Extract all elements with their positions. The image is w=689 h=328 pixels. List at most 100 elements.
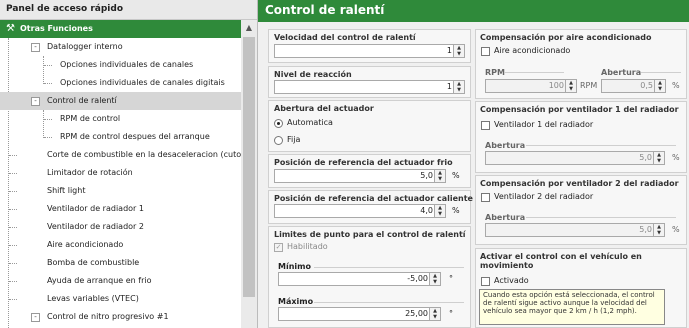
tree-line — [44, 137, 52, 138]
cold-position-value: 5,0 — [420, 171, 433, 180]
tree-line — [9, 227, 17, 228]
tree-item-canales-digitais[interactable]: Opciones individuales de canales digitai… — [0, 74, 241, 92]
quick-access-title: Panel de acceso rápido — [6, 4, 124, 14]
ac-checkbox[interactable] — [481, 47, 490, 56]
tree-item-rpm-arranque[interactable]: RPM de control despues del arranque — [0, 128, 241, 146]
ac-abertura-spinbox[interactable]: 0,5 ▲ ▼ — [601, 79, 666, 93]
tree-item-label: Shift light — [47, 186, 86, 195]
divider — [526, 217, 676, 218]
spin-arrows-icon[interactable]: ▲ ▼ — [453, 45, 464, 57]
cold-position-spinbox[interactable]: 5,0 ▲ ▼ — [274, 169, 446, 183]
tree-item-limitador[interactable]: Limitador de rotación — [0, 164, 241, 182]
divider — [504, 72, 564, 73]
ac-abertura-unit: % — [672, 81, 680, 90]
fan2-compensation-group: Compensación por ventilador 2 del radiad… — [475, 175, 687, 245]
hot-position-group: Posición de referencia del actuador cali… — [268, 190, 473, 224]
page-title: Control de ralentí — [265, 3, 385, 17]
tree-item-label: Ventilador de radiador 1 — [47, 204, 144, 213]
cold-position-label: Posición de referencia del actuador frio — [274, 158, 453, 167]
spin-arrows-icon[interactable]: ▲ ▼ — [653, 224, 664, 236]
minimo-label: Mínimo — [278, 262, 311, 271]
tree-item-vtec[interactable]: Levas variables (VTEC) — [0, 290, 241, 308]
collapse-icon[interactable]: - — [31, 43, 40, 52]
fan1-checkbox[interactable] — [481, 121, 490, 130]
tree-item-nitro[interactable]: - Control de nitro progresivo #1 — [0, 308, 241, 326]
tree-item-rpm-control[interactable]: RPM de control — [0, 110, 241, 128]
fan2-checkbox[interactable] — [481, 193, 490, 202]
tree-item-label: Otras Funciones — [20, 24, 93, 33]
tree-item-label: Bomba de combustible — [47, 258, 140, 267]
ac-abertura-label: Abertura — [601, 68, 642, 77]
spin-arrows-icon[interactable]: ▲ ▼ — [434, 170, 445, 182]
spin-arrows-icon[interactable]: ▲ ▼ — [434, 205, 445, 217]
tree-item-label: Ventilador de radiador 2 — [47, 222, 144, 231]
spin-arrows-icon[interactable]: ▲ ▼ — [429, 273, 440, 285]
ac-rpm-value: 100 — [548, 81, 564, 90]
spin-arrows-icon[interactable]: ▲ ▼ — [653, 152, 664, 164]
reaction-value: 1 — [446, 82, 452, 91]
tree-scrollbar[interactable]: ▲ — [241, 20, 257, 328]
panel-title-bar: Control de ralentí — [258, 0, 689, 22]
habilitado-checkbox[interactable]: ✓ — [274, 243, 283, 252]
fan2-abertura-spinbox[interactable]: 5,0 ▲ ▼ — [485, 223, 665, 237]
actuator-opening-group: Abertura del actuador Automatica Fija — [268, 100, 471, 152]
tree-item-aire[interactable]: Aire acondicionado — [0, 236, 241, 254]
spin-arrows-icon[interactable]: ▲ ▼ — [429, 308, 440, 320]
tree-line — [9, 281, 17, 282]
fija-label: Fija — [287, 135, 301, 144]
collapse-icon[interactable]: - — [31, 313, 40, 322]
tree-line — [9, 245, 17, 246]
limits-group: Limites de punto para el control de rale… — [268, 226, 471, 328]
fan1-abertura-unit: % — [672, 153, 680, 162]
habilitado-label: Habilitado — [287, 242, 328, 251]
speed-spinbox[interactable]: 1 ▲ ▼ — [274, 44, 465, 58]
spin-arrows-icon[interactable]: ▲ ▼ — [654, 80, 665, 92]
activado-checkbox[interactable] — [481, 277, 490, 286]
tree-item-bomba[interactable]: Bomba de combustible — [0, 254, 241, 272]
tree-line — [9, 173, 17, 174]
tree-item-cutoff[interactable]: Corte de combustible en la desaceleracio… — [0, 146, 241, 164]
hot-position-spinbox[interactable]: 4,0 ▲ ▼ — [274, 204, 446, 218]
ac-rpm-spinbox[interactable]: 100 ▲ ▼ — [485, 79, 577, 93]
ac-compensation-group: Compensación por aire acondicionado Aire… — [475, 29, 687, 99]
fija-radio[interactable] — [274, 136, 283, 145]
tree-item-label: Aire acondicionado — [47, 240, 124, 249]
spin-arrows-icon[interactable]: ▲ ▼ — [565, 80, 576, 92]
minimo-spinbox[interactable]: -5,00 ▲ ▼ — [278, 272, 441, 286]
tree-item-label: Ayuda de arranque en frio — [47, 276, 152, 285]
tree-item-ventilador-1[interactable]: Ventilador de radiador 1 — [0, 200, 241, 218]
maximo-spinbox[interactable]: 25,00 ▲ ▼ — [278, 307, 441, 321]
fan1-abertura-spinbox[interactable]: 5,0 ▲ ▼ — [485, 151, 665, 165]
reaction-spinbox[interactable]: 1 ▲ ▼ — [274, 80, 465, 94]
scrollbar-thumb[interactable] — [243, 37, 255, 297]
divider — [526, 145, 676, 146]
limits-label: Limites de punto para el control de rale… — [274, 230, 466, 239]
tree-item-datalogger[interactable]: - Datalogger interno — [0, 38, 241, 56]
fan2-abertura-value: 5,0 — [639, 225, 652, 234]
automatica-radio[interactable] — [274, 119, 283, 128]
fan2-abertura-label: Abertura — [485, 213, 526, 222]
tree-item-label: Opciones individuales de canales — [60, 60, 194, 69]
tree-line — [9, 299, 17, 300]
tree-item-arranque-frio[interactable]: Ayuda de arranque en frio — [0, 272, 241, 290]
tree-item-label: Opciones individuales de canales digitai… — [60, 78, 225, 87]
reaction-group: Nivel de reacción 1 ▲ ▼ — [268, 66, 471, 98]
spin-arrows-icon[interactable]: ▲ ▼ — [453, 81, 464, 93]
speed-label: Velocidad del control de ralentí — [274, 33, 416, 42]
cold-position-group: Posición de referencia del actuador frio… — [268, 154, 471, 188]
tree-item-canales[interactable]: Opciones individuales de canales — [0, 56, 241, 74]
collapse-icon[interactable]: - — [31, 97, 40, 106]
fan1-compensation-group: Compensación por ventilador 1 del radiad… — [475, 101, 687, 173]
tree-item-shift-light[interactable]: Shift light — [0, 182, 241, 200]
fan1-abertura-value: 5,0 — [639, 153, 652, 162]
scroll-up-icon[interactable]: ▲ — [241, 20, 257, 36]
divider — [314, 267, 464, 268]
tree-line — [9, 209, 17, 210]
ac-rpm-label: RPM — [485, 68, 505, 77]
divider — [314, 302, 464, 303]
tree-item-ventilador-2[interactable]: Ventilador de radiador 2 — [0, 218, 241, 236]
tree-item-label: Control de ralentí — [47, 96, 117, 105]
tree-item-otras-funciones[interactable]: ⚒ Otras Funciones — [0, 20, 241, 38]
actuator-opening-label: Abertura del actuador — [274, 104, 374, 113]
tree-item-control-ralenti[interactable]: - Control de ralentí — [0, 92, 241, 110]
